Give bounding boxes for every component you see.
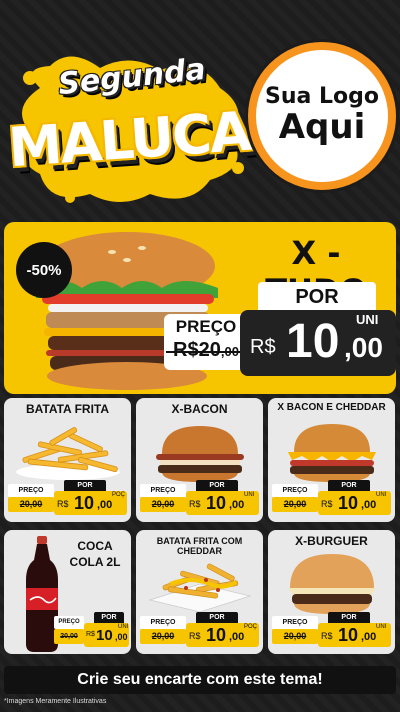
preco-label: PREÇO: [8, 484, 54, 497]
price-tag: PREÇO 20,00 POR R$ 10 ,00 POÇ: [140, 612, 259, 648]
price-tag: PREÇO 20,00 POR R$ 10 ,00 UNI: [140, 480, 259, 516]
product-card-x-bacon: X-BACON PREÇO 20,00 POR R$ 10 ,00 UNI: [136, 398, 263, 522]
product-card-x-bacon-cheddar: X BACON E CHEDDAR PREÇO 20,00 POR R$ 10 …: [268, 398, 395, 522]
new-price: R$ 10 ,00 POÇ: [54, 491, 127, 515]
new-price: R$ 10 ,00 UNI: [318, 623, 391, 647]
new-price: R$ 10 ,00 POÇ: [186, 623, 259, 647]
new-price: R$ 10 ,00 UNI: [318, 491, 391, 515]
price-tag: PREÇO 20,00 POR R$ 10 ,00 UNI: [272, 480, 391, 516]
unit: POÇ: [244, 624, 258, 630]
old-price: 20,00: [272, 629, 318, 644]
product-name: BATATA FRITA: [25, 402, 110, 416]
price-tag: PREÇO 20,00 POR R$ 10 ,00 UNI: [272, 612, 391, 648]
preco-label: PREÇO: [272, 616, 318, 629]
unit: UNI: [376, 624, 387, 630]
flyer: Segunda MALUCA Sua Logo Aqui -50% X - TU…: [0, 0, 400, 712]
currency: R$: [57, 499, 69, 509]
product-card-batata-frita: BATATA FRITA PREÇO 20,00 POR R$ 10 ,00 P…: [4, 398, 131, 522]
price-cents: ,00: [115, 632, 128, 642]
product-card-x-burguer: X-BURGUER PREÇO 20,00 POR R$ 10 ,00 UNI: [268, 530, 395, 654]
unit: POÇ: [112, 492, 126, 498]
new-price: R$ 10 ,00 UNI: [84, 623, 129, 647]
price-cents: ,00: [361, 499, 377, 511]
price-cents: ,00: [97, 499, 113, 511]
unit: UNI: [244, 492, 255, 498]
product-name: X-BACON: [171, 402, 228, 416]
cta-banner[interactable]: Crie seu encarte com este tema!: [4, 666, 396, 694]
featured-por-label: POR: [258, 282, 376, 312]
featured-product: -50% X - TUDO POR PREÇO R$20,00 R$ 10 ,0…: [4, 222, 396, 394]
currency: R$: [321, 631, 333, 641]
featured-old-price-cents: ,00: [220, 344, 239, 359]
discount-badge: -50%: [16, 242, 72, 298]
featured-old-price-main: R$20: [173, 339, 221, 361]
currency: R$: [86, 631, 95, 638]
new-price: R$ 10 ,00 UNI: [186, 491, 259, 515]
featured-preco-label: PREÇO: [175, 317, 237, 336]
price-int: 10: [338, 493, 359, 513]
preco-label: PREÇO: [272, 484, 318, 497]
logo-placeholder: Sua Logo Aqui: [248, 42, 396, 190]
cheddar-burger-icon: [288, 424, 376, 482]
preco-label: PREÇO: [140, 484, 186, 497]
old-price: 20,00: [54, 629, 84, 644]
price-int: 10: [206, 625, 227, 645]
currency: R$: [189, 631, 201, 641]
price-int: 10: [74, 493, 95, 513]
product-name: X-BURGUER: [295, 534, 368, 548]
disclaimer-text: *Imagens Meramente Ilustrativas: [4, 698, 107, 705]
price-int: 10: [206, 493, 227, 513]
currency: R$: [321, 499, 333, 509]
logo-text-line1: Sua Logo: [264, 84, 379, 110]
product-card-coca-cola: COCA COLA 2L PREÇO 20,00 POR R$ 10 ,00 U…: [4, 530, 131, 654]
price-int: 10: [338, 625, 359, 645]
preco-label: PREÇO: [140, 616, 186, 629]
burger-icon: [288, 554, 376, 614]
fries-icon: [16, 427, 120, 480]
header: Segunda MALUCA Sua Logo Aqui: [0, 0, 400, 212]
old-price: 20,00: [140, 629, 186, 644]
featured-price-int: 10: [286, 315, 340, 368]
featured-new-price: R$ 10 ,00 UNI: [240, 310, 396, 376]
price-tag: PREÇO 20,00 POR R$ 10 ,00 UNI: [54, 612, 129, 648]
old-price: 20,00: [272, 497, 318, 512]
price-cents: ,00: [229, 631, 245, 643]
featured-old-price-box: PREÇO R$20,00: [164, 314, 248, 370]
product-name: COCA COLA 2L: [69, 539, 121, 569]
old-price: 20,00: [8, 497, 54, 512]
price-int: 10: [96, 627, 113, 644]
preco-label: PREÇO: [54, 616, 84, 629]
featured-old-price: R$20,00: [164, 337, 248, 365]
logo-text-line2: Aqui: [278, 107, 366, 148]
product-card-batata-cheddar: BATATA FRITA COM CHEDDAR PREÇO 20,00 POR…: [136, 530, 263, 654]
price-cents: ,00: [361, 631, 377, 643]
unit: UNI: [376, 492, 387, 498]
currency: R$: [189, 499, 201, 509]
featured-currency: R$: [250, 336, 276, 358]
bacon-burger-icon: [156, 426, 244, 482]
featured-unit: UNI: [356, 312, 379, 327]
unit: UNI: [118, 624, 129, 630]
price-cents: ,00: [229, 499, 245, 511]
price-tag: PREÇO 20,00 POR R$ 10 ,00 POÇ: [8, 480, 127, 516]
cheddar-fries-icon: [148, 563, 252, 613]
featured-price-cents: ,00: [344, 332, 383, 363]
product-name: X BACON E CHEDDAR: [277, 402, 386, 413]
old-price: 20,00: [140, 497, 186, 512]
